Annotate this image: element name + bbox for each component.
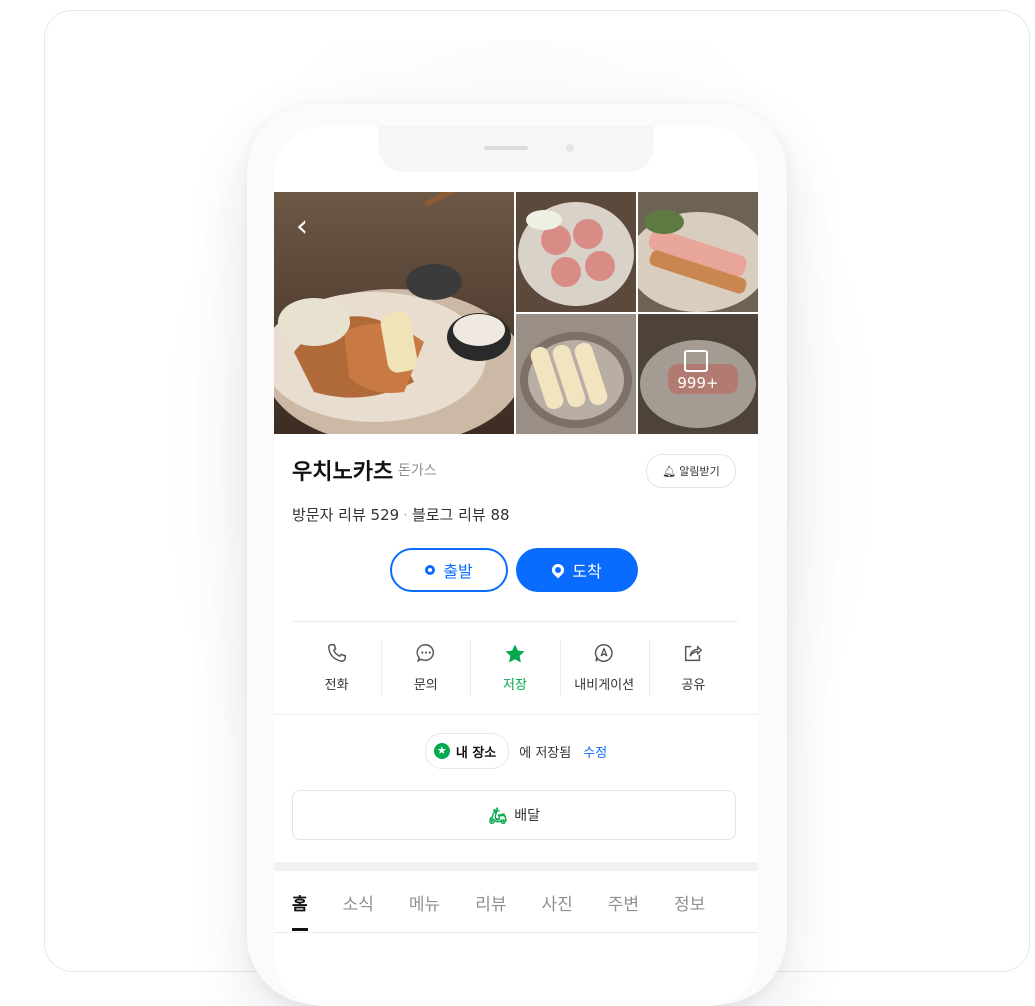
star-icon bbox=[503, 642, 527, 666]
speaker-grille bbox=[484, 146, 528, 150]
tab-home[interactable]: 홈 bbox=[292, 890, 308, 934]
food-photo-cheese-katsu bbox=[520, 332, 632, 428]
divider bbox=[274, 714, 758, 715]
action-bar: 전화 문의 저장 내비게이션 공유 bbox=[292, 630, 738, 706]
bell-icon: 🔔︎ bbox=[662, 464, 677, 478]
share-label: 공유 bbox=[681, 678, 706, 693]
phone-notch bbox=[378, 126, 654, 172]
saved-status-row: ★ 내 장소 에 저장됨 수정 bbox=[274, 733, 758, 769]
saved-star-icon: ★ bbox=[433, 743, 450, 759]
review-summary: 방문자 리뷰 529 · 블로그 리뷰 88 bbox=[292, 504, 510, 525]
tab-info[interactable]: 정보 bbox=[674, 890, 705, 934]
photo-thumb-2[interactable]: ✕ bbox=[638, 192, 758, 312]
inquiry-action[interactable]: 문의 bbox=[381, 630, 470, 706]
depart-button[interactable]: 출발 bbox=[390, 548, 508, 592]
food-photo-tonkatsu-plate bbox=[274, 192, 514, 434]
phone-icon bbox=[326, 642, 348, 666]
tab-menu[interactable]: 메뉴 bbox=[409, 890, 440, 934]
separator-dot: · bbox=[403, 506, 408, 524]
photo-thumb-more[interactable]: 999+ bbox=[638, 314, 758, 434]
delivery-button[interactable]: 🛵︎ 배달 bbox=[292, 790, 736, 840]
share-icon bbox=[682, 642, 704, 666]
back-icon[interactable]: ‹ bbox=[296, 212, 308, 242]
arrive-button[interactable]: 도착 bbox=[516, 548, 638, 592]
my-place-label: 내 장소 bbox=[455, 745, 497, 761]
scooter-icon: 🛵︎ bbox=[487, 805, 509, 825]
save-label: 저장 bbox=[503, 678, 527, 693]
photo-main[interactable]: ‹ bbox=[274, 192, 514, 434]
chat-icon bbox=[415, 642, 437, 666]
section-separator bbox=[274, 862, 758, 871]
pin-icon bbox=[549, 561, 567, 579]
edit-link[interactable]: 수정 bbox=[583, 742, 607, 761]
origin-dot-icon bbox=[425, 565, 436, 575]
navigation-icon bbox=[593, 642, 615, 666]
tab-news[interactable]: 소식 bbox=[343, 890, 374, 934]
call-label: 전화 bbox=[324, 678, 349, 693]
depart-label: 출발 bbox=[443, 562, 473, 581]
notify-button[interactable]: 🔔︎ 알림받기 bbox=[646, 454, 736, 488]
divider bbox=[292, 621, 738, 622]
front-camera bbox=[566, 144, 574, 152]
place-name: 우치노카츠 bbox=[292, 460, 394, 485]
phone-screen: ‹ ✕ bbox=[274, 126, 758, 1006]
photo-gallery[interactable]: ‹ ✕ bbox=[274, 192, 758, 434]
image-icon bbox=[684, 350, 708, 372]
tab-reviews[interactable]: 리뷰 bbox=[475, 890, 506, 934]
tab-photos[interactable]: 사진 bbox=[541, 890, 572, 934]
place-category: 돈가스 bbox=[398, 463, 437, 479]
tab-bar: 홈 소식 메뉴 리뷰 사진 주변 정보 bbox=[274, 890, 758, 934]
more-photos-count: 999+ bbox=[677, 374, 719, 392]
photo-thumb-1[interactable] bbox=[516, 192, 636, 312]
tab-nearby[interactable]: 주변 bbox=[608, 890, 639, 934]
save-action[interactable]: 저장 bbox=[470, 630, 559, 706]
blog-reviews-link[interactable]: 블로그 리뷰 88 bbox=[412, 506, 510, 524]
visitor-reviews-link[interactable]: 방문자 리뷰 529 bbox=[292, 506, 399, 524]
food-photo-sliced-katsu bbox=[638, 210, 758, 312]
notify-label: 알림받기 bbox=[679, 465, 720, 478]
photo-thumb-3[interactable] bbox=[516, 314, 636, 434]
tab-underline-divider bbox=[274, 932, 758, 933]
share-action[interactable]: 공유 bbox=[648, 630, 738, 706]
my-place-chip[interactable]: ★ 내 장소 bbox=[424, 733, 510, 769]
food-photo-cutlets bbox=[518, 202, 634, 306]
delivery-label: 배달 bbox=[514, 808, 541, 824]
navigation-label: 내비게이션 bbox=[574, 678, 635, 693]
inquiry-label: 문의 bbox=[413, 678, 438, 693]
navigation-action[interactable]: 내비게이션 bbox=[559, 630, 649, 706]
call-action[interactable]: 전화 bbox=[292, 630, 381, 706]
saved-text: 에 저장됨 bbox=[519, 745, 572, 761]
arrive-label: 도착 bbox=[572, 562, 602, 581]
